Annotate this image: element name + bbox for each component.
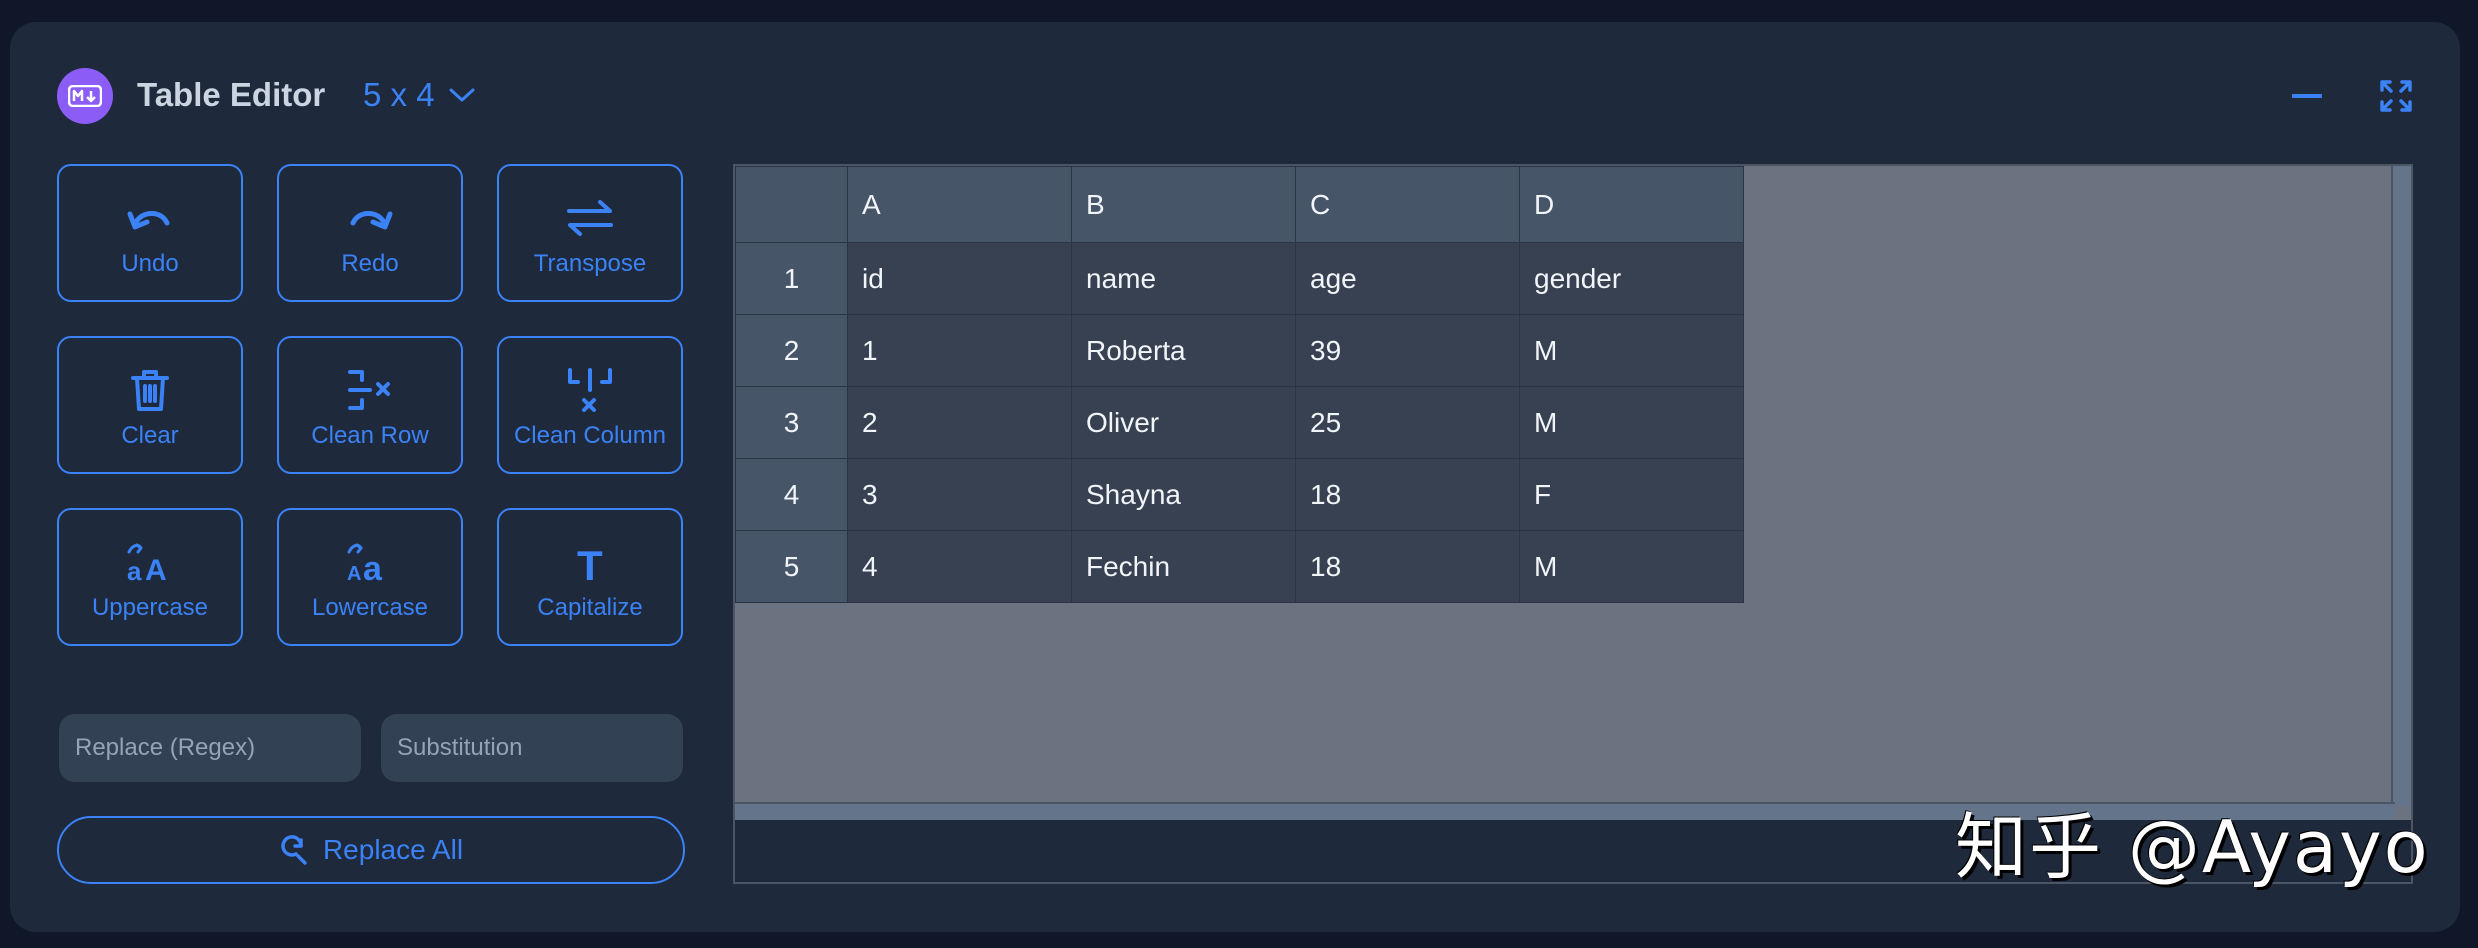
table-cell[interactable]: Roberta — [1071, 314, 1296, 387]
table-cell[interactable]: name — [1071, 242, 1296, 315]
fullscreen-button[interactable] — [2380, 80, 2412, 112]
row-number[interactable]: 4 — [735, 458, 848, 531]
svg-text:A: A — [145, 554, 167, 584]
uppercase-label: Uppercase — [91, 594, 209, 621]
clean-row-button[interactable]: Clean Row — [277, 336, 463, 474]
transpose-label: Transpose — [533, 250, 647, 277]
table-cell[interactable]: 25 — [1295, 386, 1520, 459]
column-header[interactable]: B — [1071, 166, 1296, 243]
vertical-scrollbar[interactable] — [2391, 166, 2411, 806]
transpose-button[interactable]: Transpose — [497, 164, 683, 302]
undo-label: Undo — [121, 250, 179, 277]
svg-text:A: A — [347, 563, 361, 584]
clean-row-label: Clean Row — [311, 422, 429, 449]
lowercase-label: Lowercase — [311, 594, 429, 621]
table-cell[interactable]: gender — [1519, 242, 1744, 315]
undo-button[interactable]: Undo — [57, 164, 243, 302]
clear-button[interactable]: Clear — [57, 336, 243, 474]
capitalize-label: Capitalize — [537, 594, 643, 621]
row-number[interactable]: 1 — [735, 242, 848, 315]
table-cell[interactable]: 3 — [847, 458, 1072, 531]
table-cell[interactable]: 18 — [1295, 530, 1520, 603]
undo-icon — [127, 196, 173, 240]
search-replace-icon — [281, 835, 307, 865]
table-cell[interactable]: age — [1295, 242, 1520, 315]
replace-all-label: Replace All — [322, 834, 464, 865]
table-cell[interactable]: Fechin — [1071, 530, 1296, 603]
redo-button[interactable]: Redo — [277, 164, 463, 302]
clean-column-button[interactable]: Clean Column — [497, 336, 683, 474]
minimize-button[interactable] — [2291, 84, 2323, 108]
table-cell[interactable]: M — [1519, 530, 1744, 603]
watermark: 知乎 @Ayayo — [1955, 805, 2430, 889]
table-cell[interactable]: Shayna — [1071, 458, 1296, 531]
clear-label: Clear — [121, 422, 179, 449]
page-title: Table Editor — [137, 76, 326, 113]
table-cell[interactable]: 4 — [847, 530, 1072, 603]
table-cell[interactable]: M — [1519, 386, 1744, 459]
clean-column-label: Clean Column — [513, 422, 667, 449]
minimize-icon — [2291, 94, 2323, 98]
row-number[interactable]: 3 — [735, 386, 848, 459]
redo-icon — [347, 196, 393, 240]
capitalize-icon: T — [570, 540, 610, 584]
column-header[interactable]: C — [1295, 166, 1520, 243]
table-row: 3 2 Oliver 25 M — [735, 386, 1744, 459]
table-row: 4 3 Shayna 18 F — [735, 458, 1744, 531]
uppercase-button[interactable]: a A Uppercase — [57, 508, 243, 646]
corner-cell — [735, 166, 848, 243]
table-size-label: 5 x 4 — [363, 76, 435, 113]
table-row: 2 1 Roberta 39 M — [735, 314, 1744, 387]
svg-text:T: T — [577, 542, 603, 584]
fullscreen-icon — [2380, 80, 2412, 112]
row-number[interactable]: 2 — [735, 314, 848, 387]
column-header[interactable]: A — [847, 166, 1072, 243]
table-cell[interactable]: id — [847, 242, 1072, 315]
spreadsheet-area[interactable]: A B C D 1 id name age gender 2 1 Roberta… — [733, 164, 2413, 884]
table-cell[interactable]: Oliver — [1071, 386, 1296, 459]
table-cell[interactable]: M — [1519, 314, 1744, 387]
trash-icon — [130, 368, 170, 412]
svg-text:a: a — [127, 556, 142, 584]
table-cell[interactable]: 1 — [847, 314, 1072, 387]
table-cell[interactable]: 39 — [1295, 314, 1520, 387]
redo-label: Redo — [341, 250, 399, 277]
table-cell[interactable]: F — [1519, 458, 1744, 531]
svg-text:a: a — [363, 550, 383, 584]
regex-input[interactable] — [59, 714, 361, 782]
table-size-select[interactable]: 5 x 4 — [363, 76, 475, 114]
clean-row-icon — [346, 368, 394, 412]
table-cell[interactable]: 18 — [1295, 458, 1520, 531]
transpose-icon — [566, 196, 614, 240]
chevron-down-icon — [449, 88, 475, 102]
row-number[interactable]: 5 — [735, 530, 848, 603]
table-row: 5 4 Fechin 18 M — [735, 530, 1744, 603]
lowercase-icon: A a — [345, 540, 395, 584]
column-header-row: A B C D — [735, 166, 1744, 243]
markdown-logo-icon — [57, 68, 113, 124]
spreadsheet-table: A B C D 1 id name age gender 2 1 Roberta… — [735, 166, 1744, 603]
table-row: 1 id name age gender — [735, 242, 1744, 315]
clean-column-icon — [566, 368, 614, 412]
uppercase-icon: a A — [125, 540, 175, 584]
lowercase-button[interactable]: A a Lowercase — [277, 508, 463, 646]
substitution-input[interactable] — [381, 714, 683, 782]
column-header[interactable]: D — [1519, 166, 1744, 243]
table-cell[interactable]: 2 — [847, 386, 1072, 459]
capitalize-button[interactable]: T Capitalize — [497, 508, 683, 646]
replace-all-button[interactable]: Replace All — [57, 816, 685, 884]
